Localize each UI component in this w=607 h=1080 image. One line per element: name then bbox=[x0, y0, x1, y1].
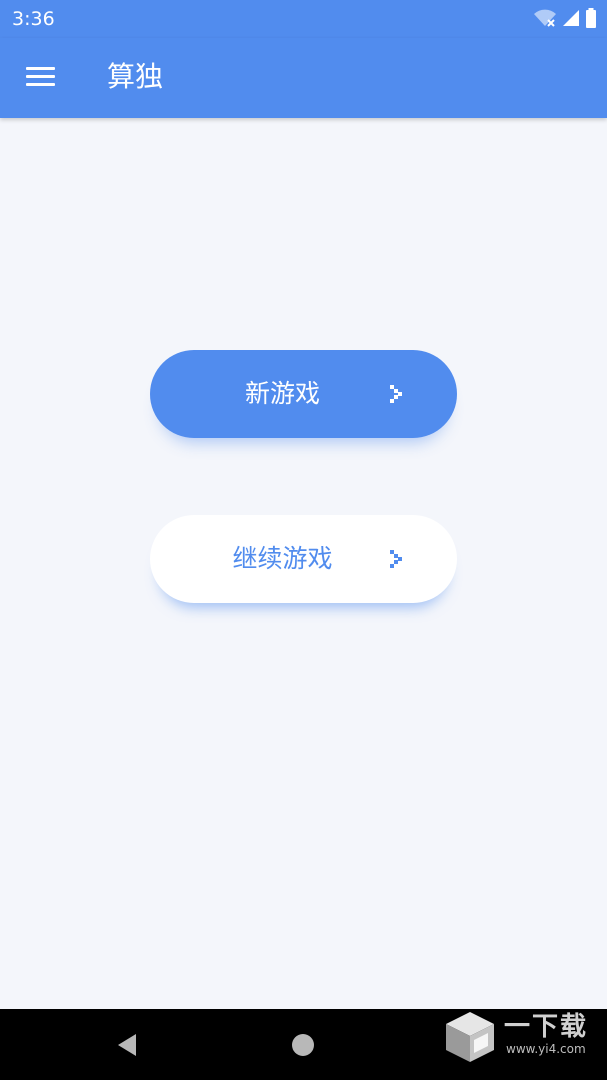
status-icons bbox=[533, 6, 597, 30]
app-bar: 算独 bbox=[0, 38, 607, 118]
continue-game-label: 继续游戏 bbox=[232, 544, 333, 573]
main-content: 新游戏 继续游戏 bbox=[0, 118, 607, 1009]
home-icon[interactable] bbox=[292, 1034, 314, 1056]
new-game-button[interactable]: 新游戏 bbox=[150, 350, 457, 438]
wifi-off-icon bbox=[533, 8, 557, 28]
watermark: 一下载 www.yi4.com bbox=[444, 1008, 604, 1064]
status-bar: 3:36 bbox=[0, 0, 607, 38]
cell-signal-icon bbox=[562, 9, 580, 27]
menu-icon[interactable] bbox=[26, 65, 56, 89]
chevron-right-icon bbox=[390, 550, 402, 568]
page-title: 算独 bbox=[107, 60, 164, 93]
continue-game-button[interactable]: 继续游戏 bbox=[150, 515, 457, 603]
watermark-url: www.yi4.com bbox=[506, 1042, 586, 1056]
new-game-label: 新游戏 bbox=[244, 379, 320, 408]
watermark-brand: 一下载 bbox=[504, 1012, 589, 1042]
status-time: 3:36 bbox=[12, 8, 55, 30]
back-icon[interactable] bbox=[116, 1033, 138, 1057]
battery-icon bbox=[585, 8, 597, 28]
chevron-right-icon bbox=[390, 385, 402, 403]
cube-logo-icon bbox=[446, 1012, 494, 1062]
